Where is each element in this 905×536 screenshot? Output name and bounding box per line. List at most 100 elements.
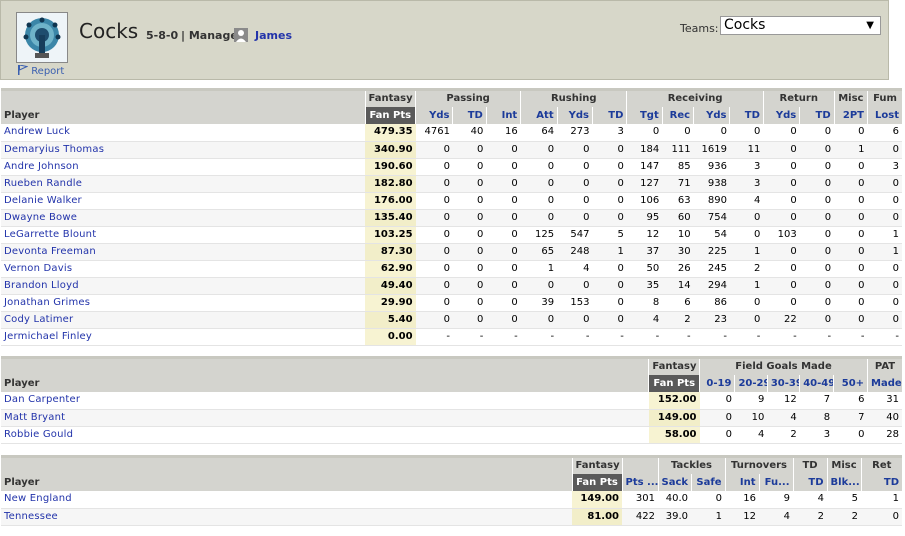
column-header[interactable]: 20-29 bbox=[734, 375, 768, 392]
column-header-fan-pts[interactable]: Fan Pts bbox=[571, 474, 622, 491]
column-header[interactable]: Lost bbox=[867, 107, 902, 124]
stat-cell: 0 bbox=[452, 260, 487, 278]
column-header[interactable]: Int bbox=[485, 107, 521, 124]
player-name-link[interactable]: Robbie Gould bbox=[1, 426, 649, 444]
stat-cell: 1 bbox=[867, 243, 902, 261]
column-header-fan-pts[interactable]: Fan Pts bbox=[364, 107, 416, 124]
table-row: Tennessee 81.00 422 39.0 1 12 4 2 2 0 bbox=[1, 508, 903, 526]
column-header[interactable]: Blk... bbox=[826, 474, 862, 491]
column-header[interactable]: TD bbox=[729, 107, 764, 124]
report-link[interactable]: Report bbox=[18, 64, 64, 77]
column-header[interactable]: TD bbox=[799, 107, 835, 124]
offense-stats-table: Fantasy Passing Rushing Receiving Return… bbox=[1, 88, 902, 346]
player-name-link[interactable]: Rueben Randle bbox=[1, 175, 365, 193]
stat-cell: 95 bbox=[626, 209, 663, 227]
group-turnovers: Turnovers bbox=[724, 455, 794, 474]
column-header[interactable]: TD bbox=[591, 107, 627, 124]
stat-cell: 1 bbox=[729, 277, 764, 295]
stat-cell: 9 bbox=[734, 392, 768, 410]
fan-pts-cell: 479.35 bbox=[365, 124, 416, 142]
stat-cell: - bbox=[799, 328, 835, 346]
column-header[interactable]: Int bbox=[724, 474, 759, 491]
column-header[interactable]: Yds bbox=[556, 107, 593, 124]
column-header-fan-pts[interactable]: Fan Pts bbox=[648, 375, 700, 392]
stat-cell: 0 bbox=[415, 192, 453, 210]
column-header[interactable]: 30-39 bbox=[766, 375, 800, 392]
player-name-link[interactable]: New England bbox=[1, 491, 572, 509]
stat-cell: 0 bbox=[592, 141, 627, 159]
stat-cell: 23 bbox=[693, 311, 730, 329]
stat-cell: 0 bbox=[452, 294, 487, 312]
player-name-link[interactable]: Devonta Freeman bbox=[1, 243, 365, 261]
stat-cell: 0 bbox=[592, 277, 627, 295]
player-name-link[interactable]: Jonathan Grimes bbox=[1, 294, 365, 312]
column-header[interactable]: Att bbox=[520, 107, 558, 124]
column-header[interactable]: Rec bbox=[661, 107, 694, 124]
player-name-link[interactable]: Matt Bryant bbox=[1, 409, 649, 427]
stat-cell: 0 bbox=[729, 311, 764, 329]
stat-cell: 0 bbox=[486, 141, 521, 159]
stat-cell: 4 bbox=[767, 409, 800, 427]
player-name-link[interactable]: Jermichael Finley bbox=[1, 328, 365, 346]
stat-cell: 11 bbox=[729, 141, 764, 159]
stat-cell: 0 bbox=[799, 243, 835, 261]
column-header[interactable]: Yds bbox=[415, 107, 453, 124]
stat-cell: 0 bbox=[520, 175, 558, 193]
player-name-link[interactable]: Brandon Lloyd bbox=[1, 277, 365, 295]
stat-cell: 1 bbox=[691, 508, 725, 526]
defense-stats-table: Fantasy Tackles Turnovers TD Misc Ret Pl… bbox=[1, 455, 903, 526]
column-header[interactable]: 0-19 bbox=[699, 375, 735, 392]
column-header[interactable]: Tgt bbox=[626, 107, 663, 124]
stat-cell: 5 bbox=[827, 491, 862, 509]
column-header[interactable]: Yds bbox=[693, 107, 730, 124]
player-name-link[interactable]: Dan Carpenter bbox=[1, 392, 649, 410]
stat-cell: 0 bbox=[799, 311, 835, 329]
table-row: Andre Johnson 190.60 0 0 0 0 0 0 147 85 936 3 0 0 0 3 bbox=[1, 158, 902, 176]
column-header[interactable]: Fu... bbox=[758, 474, 794, 491]
player-name-link[interactable]: Demaryius Thomas bbox=[1, 141, 365, 159]
stat-cell: 0 bbox=[834, 226, 868, 244]
fan-pts-cell: 103.25 bbox=[365, 226, 416, 244]
column-header[interactable]: TD bbox=[792, 474, 828, 491]
player-name-link[interactable]: Delanie Walker bbox=[1, 192, 365, 210]
column-header[interactable]: Safe bbox=[690, 474, 725, 491]
stat-cell: 0 bbox=[592, 175, 627, 193]
player-name-link[interactable]: Andrew Luck bbox=[1, 124, 365, 142]
stat-cell: 0 bbox=[867, 277, 902, 295]
stat-cell: 0 bbox=[763, 124, 800, 142]
column-header[interactable]: Made bbox=[867, 375, 902, 392]
stat-cell: 0 bbox=[486, 192, 521, 210]
player-name-link[interactable]: LeGarrette Blount bbox=[1, 226, 365, 244]
stat-cell: 1 bbox=[861, 491, 903, 509]
teams-select[interactable]: Cocks ▼ bbox=[720, 16, 881, 35]
player-name-link[interactable]: Vernon Davis bbox=[1, 260, 365, 278]
column-header[interactable]: 50+ bbox=[832, 375, 868, 392]
stat-cell: 0 bbox=[867, 311, 902, 329]
stat-cell: 0 bbox=[415, 294, 453, 312]
column-header[interactable]: 2PT bbox=[833, 107, 868, 124]
column-header-player[interactable]: Player bbox=[1, 474, 572, 491]
stat-cell: 0 bbox=[763, 277, 800, 295]
manager-name-link[interactable]: James bbox=[255, 29, 292, 42]
column-header[interactable]: Pts ... bbox=[621, 474, 658, 491]
player-name-link[interactable]: Andre Johnson bbox=[1, 158, 365, 176]
column-header[interactable]: 40-49 bbox=[799, 375, 834, 392]
column-header[interactable]: Sack bbox=[657, 474, 691, 491]
table-row: New England 149.00 301 40.0 0 16 9 4 5 1 bbox=[1, 491, 903, 509]
stat-cell: 7 bbox=[833, 409, 868, 427]
column-header-player[interactable]: Player bbox=[1, 375, 649, 392]
column-header[interactable]: TD bbox=[452, 107, 487, 124]
stat-cell: 0 bbox=[799, 209, 835, 227]
stat-cell: 248 bbox=[557, 243, 593, 261]
column-header[interactable]: Yds bbox=[762, 107, 800, 124]
peacock-logo-icon bbox=[16, 12, 68, 63]
column-header-player[interactable]: Player bbox=[1, 107, 365, 124]
stat-cell: 0 bbox=[626, 124, 663, 142]
column-header[interactable]: TD bbox=[860, 474, 903, 491]
stat-cell: 0 bbox=[415, 209, 453, 227]
stat-cell: 0 bbox=[520, 141, 558, 159]
stat-cell: 8 bbox=[799, 409, 834, 427]
player-name-link[interactable]: Dwayne Bowe bbox=[1, 209, 365, 227]
player-name-link[interactable]: Tennessee bbox=[1, 508, 572, 526]
player-name-link[interactable]: Cody Latimer bbox=[1, 311, 365, 329]
